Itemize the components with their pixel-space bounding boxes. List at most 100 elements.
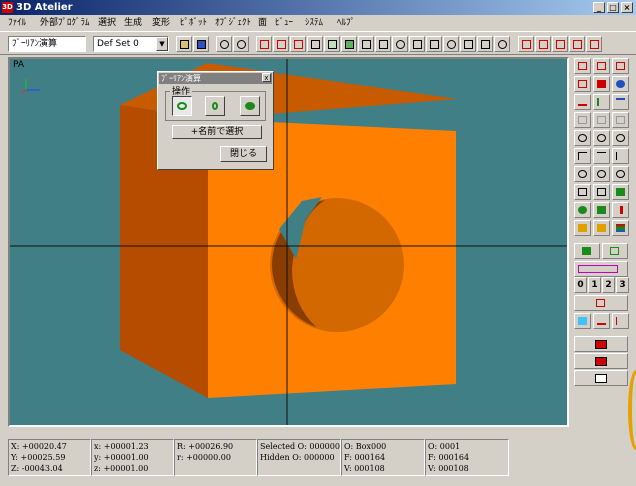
selection-filter-icon[interactable] xyxy=(574,261,628,277)
divider-icon[interactable] xyxy=(593,313,610,329)
ruler-icon[interactable] xyxy=(593,112,610,128)
copy-icon[interactable] xyxy=(307,36,323,52)
zoom-in-icon[interactable] xyxy=(574,130,591,146)
link-icon[interactable] xyxy=(602,243,628,259)
status-scale-x: x: +00001.23 xyxy=(94,442,149,451)
restore-button[interactable]: □ xyxy=(607,2,619,13)
scene-browser-icon[interactable] xyxy=(574,243,600,259)
warning-icon[interactable] xyxy=(612,202,629,218)
ring-icon[interactable] xyxy=(443,36,459,52)
chevron-down-icon[interactable]: ▼ xyxy=(156,37,168,51)
tilt-icon[interactable] xyxy=(612,166,629,182)
window-title: 3D Atelier xyxy=(16,2,73,13)
grid-toggle-icon[interactable] xyxy=(574,112,591,128)
mode-combo[interactable]: ﾌﾞｰﾘｱﾝ演算 xyxy=(8,36,86,52)
selection-mode-icon[interactable] xyxy=(574,295,628,311)
sphere-icon[interactable] xyxy=(392,36,408,52)
snap-edge-icon[interactable] xyxy=(290,36,306,52)
box-icon[interactable] xyxy=(409,36,425,52)
mirror-icon[interactable] xyxy=(535,36,551,52)
select-by-name-button[interactable]: +名前で選択 xyxy=(172,125,262,139)
open-icon[interactable] xyxy=(176,36,192,52)
camera-icon[interactable] xyxy=(574,76,591,92)
menu-help[interactable]: ﾍﾙﾌﾟ xyxy=(337,15,355,31)
view-front-icon[interactable] xyxy=(593,58,610,74)
palette-icon[interactable] xyxy=(612,220,629,236)
rotate-view-icon[interactable] xyxy=(574,166,591,182)
effect-icon[interactable] xyxy=(593,220,610,236)
axis-y-icon[interactable] xyxy=(593,94,610,110)
menu-file[interactable]: ﾌｧｲﾙ xyxy=(8,15,26,31)
menu-view[interactable]: ﾋﾞｭｰ xyxy=(275,15,293,31)
status-object: O: Box000 F: 000164 V: 000108 xyxy=(341,439,425,476)
app-icon[interactable]: 3D xyxy=(2,2,13,13)
cube-icon[interactable] xyxy=(375,36,391,52)
menu-deform[interactable]: 変形 xyxy=(152,15,170,31)
cone-icon[interactable] xyxy=(460,36,476,52)
angle-icon[interactable] xyxy=(612,313,629,329)
square-icon[interactable] xyxy=(574,184,591,200)
menu-select[interactable]: 選択 xyxy=(98,15,116,31)
redo-icon[interactable] xyxy=(233,36,249,52)
layer-2-button[interactable]: 2 xyxy=(602,277,615,293)
boolean-union-button[interactable] xyxy=(240,96,260,116)
menu-external-program[interactable]: 外部ﾌﾟﾛｸﾞﾗﾑ xyxy=(40,15,90,31)
paint-icon[interactable] xyxy=(574,220,591,236)
cube-outline-icon[interactable] xyxy=(593,184,610,200)
save-icon[interactable] xyxy=(193,36,209,52)
boolean-subtract-button[interactable] xyxy=(172,96,192,116)
layer-3-button[interactable]: 3 xyxy=(616,277,629,293)
snap-icon[interactable] xyxy=(574,313,591,329)
axis-z-icon[interactable] xyxy=(612,94,629,110)
material-icon[interactable] xyxy=(593,202,610,218)
align-icon[interactable] xyxy=(518,36,534,52)
view-top-icon[interactable] xyxy=(574,58,591,74)
paste-icon[interactable] xyxy=(324,36,340,52)
snap-vertex-icon[interactable] xyxy=(273,36,289,52)
rotate-icon[interactable] xyxy=(569,36,585,52)
undo-icon[interactable] xyxy=(216,36,232,52)
menu-face[interactable]: 面 xyxy=(258,15,267,31)
zoom-fit-icon[interactable] xyxy=(612,130,629,146)
light-icon[interactable] xyxy=(593,76,610,92)
orbit-icon[interactable] xyxy=(593,166,610,182)
pan-icon[interactable] xyxy=(574,148,591,164)
cylinder-solid-icon[interactable] xyxy=(612,184,629,200)
pan-horizontal-icon[interactable] xyxy=(593,148,610,164)
dialog-close-text-button[interactable]: 閉じる xyxy=(220,146,267,162)
status-pos-y: Y: +00025.59 xyxy=(11,453,66,462)
layer-0-button[interactable]: 0 xyxy=(574,277,587,293)
render-preview-button[interactable] xyxy=(574,370,628,386)
dialog-close-button[interactable]: x xyxy=(262,73,271,82)
pan-vertical-icon[interactable] xyxy=(612,148,629,164)
settings-icon[interactable] xyxy=(494,36,510,52)
scale-icon[interactable] xyxy=(552,36,568,52)
view-side-icon[interactable] xyxy=(612,58,629,74)
box-outline-icon[interactable] xyxy=(612,112,629,128)
status-object-name: O: Box000 xyxy=(344,442,387,451)
status-pos-z: Z: -00043.04 xyxy=(11,464,63,473)
render-button[interactable] xyxy=(574,336,628,352)
globe-icon[interactable] xyxy=(612,76,629,92)
grid-icon[interactable] xyxy=(358,36,374,52)
axis-x-icon[interactable] xyxy=(574,94,591,110)
desktop-edge-decoration xyxy=(628,370,636,450)
set-combo[interactable]: Def Set 0 ▼ xyxy=(93,36,169,52)
sphere-solid-icon[interactable] xyxy=(574,202,591,218)
zoom-out-icon[interactable] xyxy=(593,130,610,146)
snap-grid-icon[interactable] xyxy=(256,36,272,52)
menu-pivot[interactable]: ﾋﾟﾎﾞｯﾄ xyxy=(180,15,207,31)
minimize-button[interactable]: _ xyxy=(593,2,605,13)
menu-create[interactable]: 生成 xyxy=(124,15,142,31)
close-button[interactable]: × xyxy=(621,2,633,13)
layer-1-button[interactable]: 1 xyxy=(588,277,601,293)
layer-icon[interactable] xyxy=(341,36,357,52)
list-icon[interactable] xyxy=(477,36,493,52)
menu-object[interactable]: ｵﾌﾞｼﾞｪｸﾄ xyxy=(215,15,251,31)
cylinder-icon[interactable] xyxy=(426,36,442,52)
boolean-intersect-button[interactable] xyxy=(205,96,225,116)
move-icon[interactable] xyxy=(586,36,602,52)
menu-system[interactable]: ｼｽﾃﾑ xyxy=(305,15,323,31)
viewport-perspective[interactable]: PA xyxy=(8,57,569,427)
render-region-button[interactable] xyxy=(574,353,628,369)
